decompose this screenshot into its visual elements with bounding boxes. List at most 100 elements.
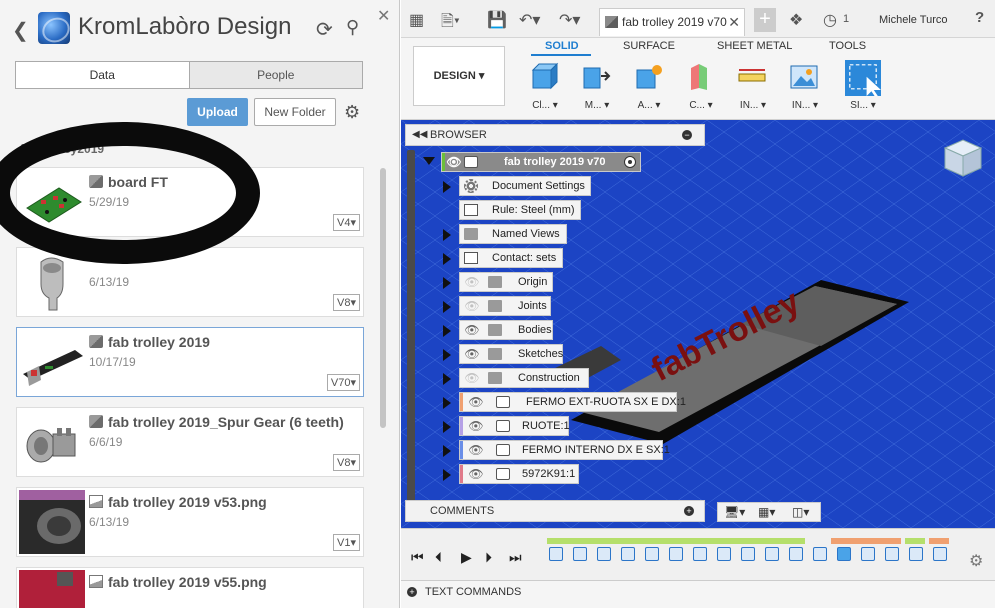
expand-text-commands-icon[interactable]: + — [407, 587, 417, 597]
display-settings-icon[interactable]: 🖥▾ — [724, 503, 745, 521]
expand-arrow[interactable] — [443, 181, 451, 193]
inspect-tool[interactable]: IN... ▾ — [733, 60, 773, 116]
timeline-step[interactable] — [669, 547, 683, 561]
tab-surface[interactable]: SURFACE — [623, 40, 675, 52]
expand-arrow[interactable] — [443, 277, 451, 289]
extensions-icon[interactable]: ❖ — [789, 10, 803, 30]
eye-icon[interactable]: 👁 — [468, 419, 484, 433]
expand-arrow[interactable] — [443, 229, 451, 241]
assemble-tool[interactable]: A... ▾ — [629, 60, 669, 116]
timeline-step[interactable] — [765, 547, 779, 561]
tab-data[interactable]: Data — [16, 62, 189, 88]
timeline-step[interactable] — [597, 547, 611, 561]
timeline-step[interactable] — [837, 547, 851, 561]
tab-sheet-metal[interactable]: SHEET METAL — [717, 40, 792, 52]
activate-radio-icon[interactable] — [624, 156, 636, 168]
expand-arrow[interactable] — [443, 373, 451, 385]
version-dropdown[interactable]: V70▾ — [326, 374, 360, 391]
collapse-left-icon[interactable]: ◀◀ — [412, 125, 427, 145]
browser-node-bodies[interactable]: 👁 Bodies — [459, 320, 553, 340]
help-icon[interactable]: ? — [975, 9, 984, 26]
browser-scrollbar[interactable] — [407, 150, 415, 518]
timeline-step[interactable] — [549, 547, 563, 561]
save-icon[interactable]: 💾 — [487, 10, 507, 30]
browser-node-construction[interactable]: 👁 Construction — [459, 368, 589, 388]
browser-node-component[interactable]: 👁 FERMO EXT-RUOTA SX E DX:1 — [459, 392, 686, 412]
browser-node-component[interactable]: 👁 RUOTE:1 — [459, 416, 570, 436]
tab-document[interactable]: fab trolley 2019 v70 ✕ — [599, 8, 745, 36]
eye-hidden-icon[interactable]: 👁 — [464, 299, 480, 313]
back-arrow-icon[interactable]: ❮ — [12, 18, 29, 43]
browser-node-rule[interactable]: Rule: Steel (mm) — [459, 200, 581, 220]
file-card[interactable]: fab trolley 2019 10/17/19 V70▾ — [16, 327, 364, 397]
timeline-step[interactable] — [813, 547, 827, 561]
expand-arrow[interactable] — [443, 349, 451, 361]
eye-icon[interactable]: 👁 — [468, 395, 484, 409]
viewcube[interactable] — [941, 134, 985, 178]
expand-arrow[interactable] — [443, 253, 451, 265]
refresh-icon[interactable]: ⟳ — [316, 17, 333, 42]
browser-node-document-settings[interactable]: Document Settings — [459, 176, 591, 196]
timeline-step[interactable] — [621, 547, 635, 561]
timeline-step[interactable] — [717, 547, 731, 561]
version-dropdown[interactable]: V8▾ — [333, 454, 360, 471]
step-back-icon[interactable]: ⏴ — [435, 549, 442, 566]
timeline-step[interactable] — [741, 547, 755, 561]
grid-settings-icon[interactable]: ▦▾ — [758, 503, 775, 521]
workspace-switcher[interactable]: DESIGN ▾ — [413, 46, 505, 106]
eye-hidden-icon[interactable]: 👁 — [464, 371, 480, 385]
eye-icon[interactable]: 👁 — [464, 323, 480, 337]
expand-arrow[interactable] — [443, 301, 451, 313]
expand-arrow[interactable] — [443, 325, 451, 337]
tab-tools[interactable]: TOOLS — [829, 40, 866, 52]
browser-node-component[interactable]: 👁 FERMO INTERNO DX E SX:1 — [459, 440, 670, 460]
timeline-step[interactable] — [645, 547, 659, 561]
job-status-icon[interactable]: ◷ — [823, 10, 837, 30]
eye-icon[interactable]: 👁 — [464, 347, 480, 361]
select-tool[interactable]: SI... ▾ — [843, 60, 883, 116]
eye-icon[interactable]: 👁 — [446, 155, 462, 169]
expand-arrow[interactable] — [443, 397, 451, 409]
timeline-step[interactable] — [933, 547, 947, 561]
go-to-start-icon[interactable]: ⏮ — [411, 549, 424, 566]
timeline-step[interactable] — [789, 547, 803, 561]
expand-arrow[interactable] — [443, 469, 451, 481]
timeline-step[interactable] — [861, 547, 875, 561]
expand-arrow[interactable] — [443, 421, 451, 433]
play-icon[interactable]: ▶ — [461, 549, 472, 566]
file-card[interactable]: fab trolley 2019 v55.png — [16, 567, 364, 608]
eye-hidden-icon[interactable]: 👁 — [464, 275, 480, 289]
create-tool[interactable]: Cl... ▾ — [525, 60, 565, 116]
app-grid-icon[interactable]: ▦ — [409, 10, 424, 30]
new-folder-button[interactable]: New Folder — [254, 98, 336, 126]
file-card[interactable]: 6/13/19 V8▾ — [16, 247, 364, 317]
go-to-end-icon[interactable]: ⏭ — [509, 549, 522, 566]
modify-tool[interactable]: M... ▾ — [577, 60, 617, 116]
close-tab-icon[interactable]: ✕ — [728, 9, 740, 35]
timeline-step[interactable] — [693, 547, 707, 561]
expand-root-arrow[interactable] — [423, 157, 435, 165]
text-commands-bar[interactable]: + TEXT COMMANDS — [401, 580, 995, 608]
browser-node-named-views[interactable]: Named Views — [459, 224, 567, 244]
file-card[interactable]: board FT 5/29/19 V4▾ — [16, 167, 364, 237]
viewports-icon[interactable]: ◫▾ — [792, 503, 809, 521]
minimize-icon[interactable]: − — [682, 130, 692, 140]
version-dropdown[interactable]: V1▾ — [333, 534, 360, 551]
browser-node-origin[interactable]: 👁 Origin — [459, 272, 553, 292]
browser-node-joints[interactable]: 👁 Joints — [459, 296, 551, 316]
version-dropdown[interactable]: V8▾ — [333, 294, 360, 311]
new-tab-button[interactable]: + — [754, 8, 776, 32]
timeline-settings-icon[interactable]: ⚙ — [969, 551, 983, 571]
data-panel-scrollbar[interactable] — [380, 168, 386, 428]
browser-node-sketches[interactable]: 👁 Sketches — [459, 344, 563, 364]
redo-icon[interactable]: ↷▾ — [559, 10, 580, 30]
timeline-step[interactable] — [573, 547, 587, 561]
timeline-step[interactable] — [909, 547, 923, 561]
file-card[interactable]: fab trolley 2019 v53.png 6/13/19 V1▾ — [16, 487, 364, 557]
browser-node-component[interactable]: 👁 5972K91:1 — [459, 464, 579, 484]
upload-button[interactable]: Upload — [187, 98, 248, 126]
file-card[interactable]: fab trolley 2019_Spur Gear (6 teeth) 6/6… — [16, 407, 364, 477]
expand-arrow[interactable] — [443, 445, 451, 457]
browser-root-node[interactable]: 👁 fab trolley 2019 v70 — [441, 152, 641, 172]
eye-icon[interactable]: 👁 — [468, 443, 484, 457]
